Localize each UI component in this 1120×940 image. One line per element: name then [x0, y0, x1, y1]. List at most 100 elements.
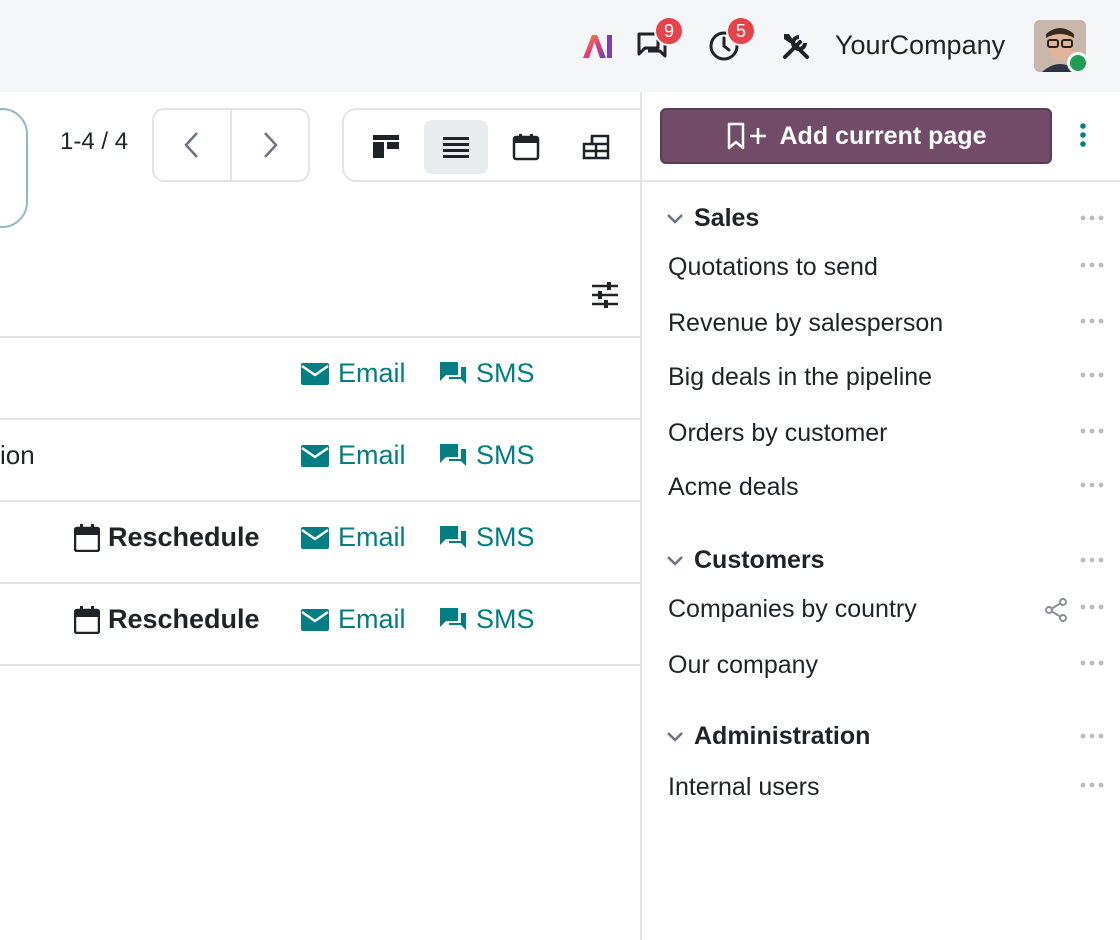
more-options-icon[interactable] — [1080, 557, 1104, 563]
envelope-icon — [301, 444, 329, 467]
table-divider — [0, 500, 641, 502]
chevron-right-icon — [264, 132, 278, 158]
row-4-reschedule-button[interactable]: Reschedule — [74, 604, 260, 635]
calendar-icon — [74, 523, 100, 552]
group-title-label: Customers — [694, 546, 825, 574]
row-2-name-cell: ion — [0, 440, 35, 470]
pivot-view-button[interactable] — [564, 120, 628, 174]
sms-icon — [440, 607, 466, 630]
sms-label: SMS — [476, 604, 535, 634]
row-2-email-button[interactable]: Email — [300, 440, 406, 471]
bookmark-plus-icon — [727, 122, 766, 150]
table-divider — [0, 336, 641, 338]
favorite-item[interactable]: Our company — [668, 651, 818, 680]
sms-icon — [440, 525, 466, 548]
favorite-item[interactable]: Acme deals — [668, 473, 799, 502]
chevron-down-icon — [667, 555, 683, 566]
more-options-icon[interactable] — [1080, 482, 1104, 488]
table-divider — [0, 418, 641, 420]
email-label: Email — [338, 440, 406, 470]
panel-divider — [642, 180, 1120, 182]
group-title-label: Administration — [694, 722, 871, 750]
calendar-icon — [74, 605, 100, 634]
company-switcher[interactable]: YourCompany — [835, 30, 1005, 61]
favorites-panel: Add current page Sales Quotations to sen… — [640, 92, 1120, 940]
more-options-icon[interactable] — [1080, 318, 1104, 324]
row-1-sms-button[interactable]: SMS — [438, 358, 535, 389]
chevron-left-icon — [184, 132, 198, 158]
row-3-email-button[interactable]: Email — [300, 522, 406, 553]
more-options-icon[interactable] — [1080, 372, 1104, 378]
email-label: Email — [338, 604, 406, 634]
sms-label: SMS — [476, 522, 535, 552]
kanban-icon — [373, 135, 399, 158]
ai-icon[interactable] — [578, 26, 618, 66]
messages-badge: 9 — [654, 16, 684, 46]
row-4-sms-button[interactable]: SMS — [438, 604, 535, 635]
chevron-down-icon — [667, 731, 683, 742]
favorite-item[interactable]: Internal users — [668, 773, 819, 802]
tools-button[interactable] — [776, 26, 816, 66]
add-current-page-label: Add current page — [779, 121, 987, 150]
more-options-icon[interactable] — [1080, 782, 1104, 788]
row-2-sms-button[interactable]: SMS — [438, 440, 535, 471]
list-icon — [443, 137, 469, 158]
table-divider — [0, 664, 641, 666]
activities-button[interactable]: 5 — [704, 16, 756, 66]
sms-icon — [440, 361, 466, 384]
row-4-email-button[interactable]: Email — [300, 604, 406, 635]
messages-button[interactable]: 9 — [632, 16, 684, 66]
kanban-view-button[interactable] — [354, 120, 418, 174]
envelope-icon — [301, 526, 329, 549]
pager-previous-button[interactable] — [154, 110, 230, 180]
favorite-item[interactable]: Big deals in the pipeline — [668, 363, 932, 392]
kebab-icon — [1080, 123, 1086, 147]
pivot-icon — [582, 134, 610, 160]
activities-badge: 5 — [726, 16, 756, 46]
email-label: Email — [338, 522, 406, 552]
row-3-sms-button[interactable]: SMS — [438, 522, 535, 553]
pager-next-button[interactable] — [230, 110, 308, 180]
chevron-down-icon — [667, 213, 683, 224]
favorite-item[interactable]: Orders by customer — [668, 419, 888, 448]
sms-label: SMS — [476, 358, 535, 388]
more-options-icon[interactable] — [1080, 262, 1104, 268]
sms-icon — [440, 443, 466, 466]
online-status-dot — [1067, 52, 1089, 74]
more-options-icon[interactable] — [1080, 733, 1104, 739]
envelope-icon — [301, 608, 329, 631]
sliders-icon — [592, 282, 618, 308]
pager-controls — [152, 108, 310, 182]
search-bar[interactable] — [0, 108, 28, 228]
tools-icon — [783, 34, 809, 59]
view-switcher — [342, 108, 662, 182]
row-1-email-button[interactable]: Email — [300, 358, 406, 389]
favorite-item[interactable]: Revenue by salesperson — [668, 309, 943, 338]
envelope-icon — [301, 362, 329, 385]
top-navbar: 9 5 YourCompany — [0, 0, 1120, 92]
row-3-reschedule-button[interactable]: Reschedule — [74, 522, 260, 553]
group-header-customers[interactable]: Customers — [666, 546, 825, 575]
more-options-icon[interactable] — [1080, 215, 1104, 221]
more-options-icon[interactable] — [1080, 428, 1104, 434]
favorite-item[interactable]: Quotations to send — [668, 253, 878, 282]
sms-label: SMS — [476, 440, 535, 470]
reschedule-label: Reschedule — [108, 522, 260, 552]
optional-columns-toggle[interactable] — [590, 280, 620, 310]
more-options-icon[interactable] — [1080, 604, 1104, 610]
pager-value[interactable]: 1-4 / 4 — [60, 128, 128, 156]
calendar-view-button[interactable] — [494, 120, 558, 174]
calendar-icon — [512, 134, 540, 161]
reschedule-label: Reschedule — [108, 604, 260, 634]
group-title-label: Sales — [694, 204, 760, 232]
group-header-sales[interactable]: Sales — [666, 204, 759, 233]
panel-options-button[interactable] — [1076, 120, 1090, 150]
group-header-administration[interactable]: Administration — [666, 722, 870, 751]
more-options-icon[interactable] — [1080, 660, 1104, 666]
email-label: Email — [338, 358, 406, 388]
list-view-button[interactable] — [424, 120, 488, 174]
table-divider — [0, 582, 641, 584]
favorite-item[interactable]: Companies by country — [668, 595, 917, 624]
share-icon[interactable] — [1044, 598, 1068, 622]
add-current-page-button[interactable]: Add current page — [660, 108, 1052, 164]
